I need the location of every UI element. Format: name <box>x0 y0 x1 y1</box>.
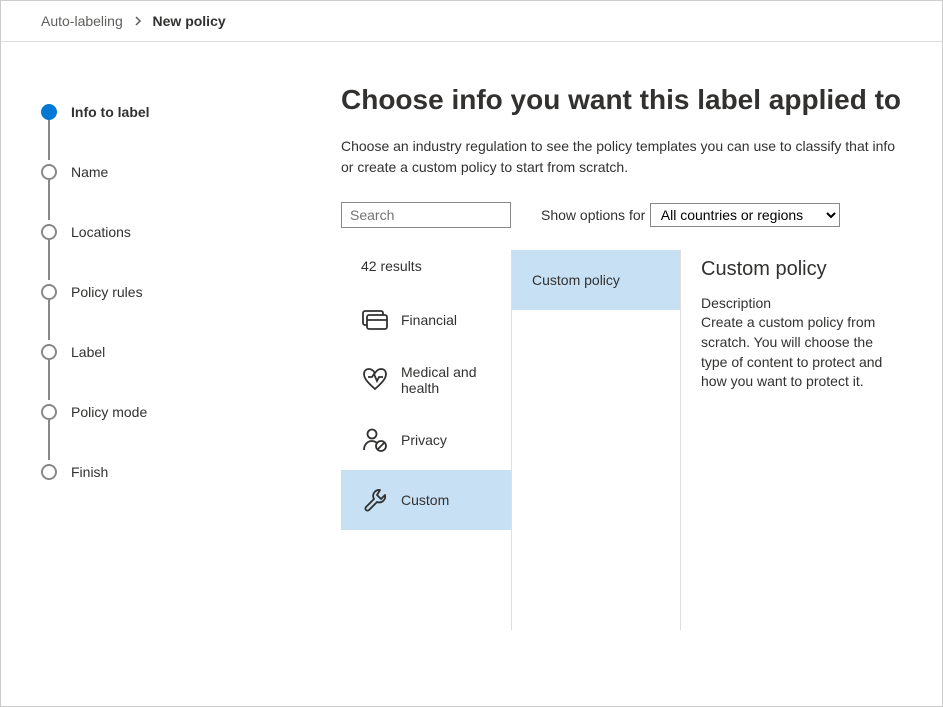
step-label: Policy mode <box>71 404 147 420</box>
breadcrumb-parent[interactable]: Auto-labeling <box>41 13 123 29</box>
step-indicator-icon <box>41 464 57 480</box>
step-indicator-icon <box>41 104 57 120</box>
step-indicator-icon <box>41 164 57 180</box>
wizard-steps: Info to label Name Locations Policy rule… <box>1 42 301 702</box>
details-desc-text: Create a custom policy from scratch. You… <box>701 313 902 391</box>
step-label: Name <box>71 164 108 180</box>
person-block-icon <box>361 428 389 452</box>
results-count: 42 results <box>341 250 511 290</box>
details-column: Custom policy Description Create a custo… <box>681 250 902 630</box>
step-label: Policy rules <box>71 284 143 300</box>
wizard-step[interactable]: Label <box>41 322 281 382</box>
wizard-step[interactable]: Name <box>41 142 281 202</box>
step-label: Label <box>71 344 105 360</box>
wizard-step[interactable]: Finish <box>41 442 281 502</box>
main-content: Choose info you want this label applied … <box>301 42 942 702</box>
template-column: Custom policy <box>511 250 681 630</box>
details-title: Custom policy <box>701 258 902 281</box>
step-indicator-icon <box>41 344 57 360</box>
template-item[interactable]: Custom policy <box>512 250 680 310</box>
category-item[interactable]: Custom <box>341 470 511 530</box>
template-label: Custom policy <box>532 272 620 288</box>
chevron-right-icon <box>133 13 143 29</box>
credit-card-icon <box>361 310 389 330</box>
wizard-step[interactable]: Locations <box>41 202 281 262</box>
category-item[interactable]: Financial <box>341 290 511 350</box>
wizard-step[interactable]: Info to label <box>41 82 281 142</box>
category-label: Privacy <box>401 432 447 449</box>
category-label: Custom <box>401 492 449 509</box>
category-column: 42 results Financial Medical and health … <box>341 250 511 630</box>
wrench-icon <box>361 487 389 513</box>
category-label: Financial <box>401 312 457 329</box>
page-subtitle: Choose an industry regulation to see the… <box>341 136 902 178</box>
step-label: Finish <box>71 464 108 480</box>
page-title: Choose info you want this label applied … <box>341 82 902 118</box>
step-label: Info to label <box>71 104 150 120</box>
wizard-step[interactable]: Policy mode <box>41 382 281 442</box>
step-indicator-icon <box>41 404 57 420</box>
show-options-label: Show options for <box>541 207 645 223</box>
step-indicator-icon <box>41 284 57 300</box>
breadcrumb: Auto-labeling New policy <box>1 1 942 42</box>
category-item[interactable]: Privacy <box>341 410 511 470</box>
wizard-step[interactable]: Policy rules <box>41 262 281 322</box>
step-indicator-icon <box>41 224 57 240</box>
category-label: Medical and health <box>401 364 499 398</box>
heart-icon <box>361 368 389 392</box>
search-input[interactable] <box>341 202 511 228</box>
details-desc-label: Description <box>701 295 902 311</box>
breadcrumb-current: New policy <box>153 13 226 29</box>
step-label: Locations <box>71 224 131 240</box>
category-item[interactable]: Medical and health <box>341 350 511 410</box>
region-select[interactable]: All countries or regions <box>650 203 840 227</box>
